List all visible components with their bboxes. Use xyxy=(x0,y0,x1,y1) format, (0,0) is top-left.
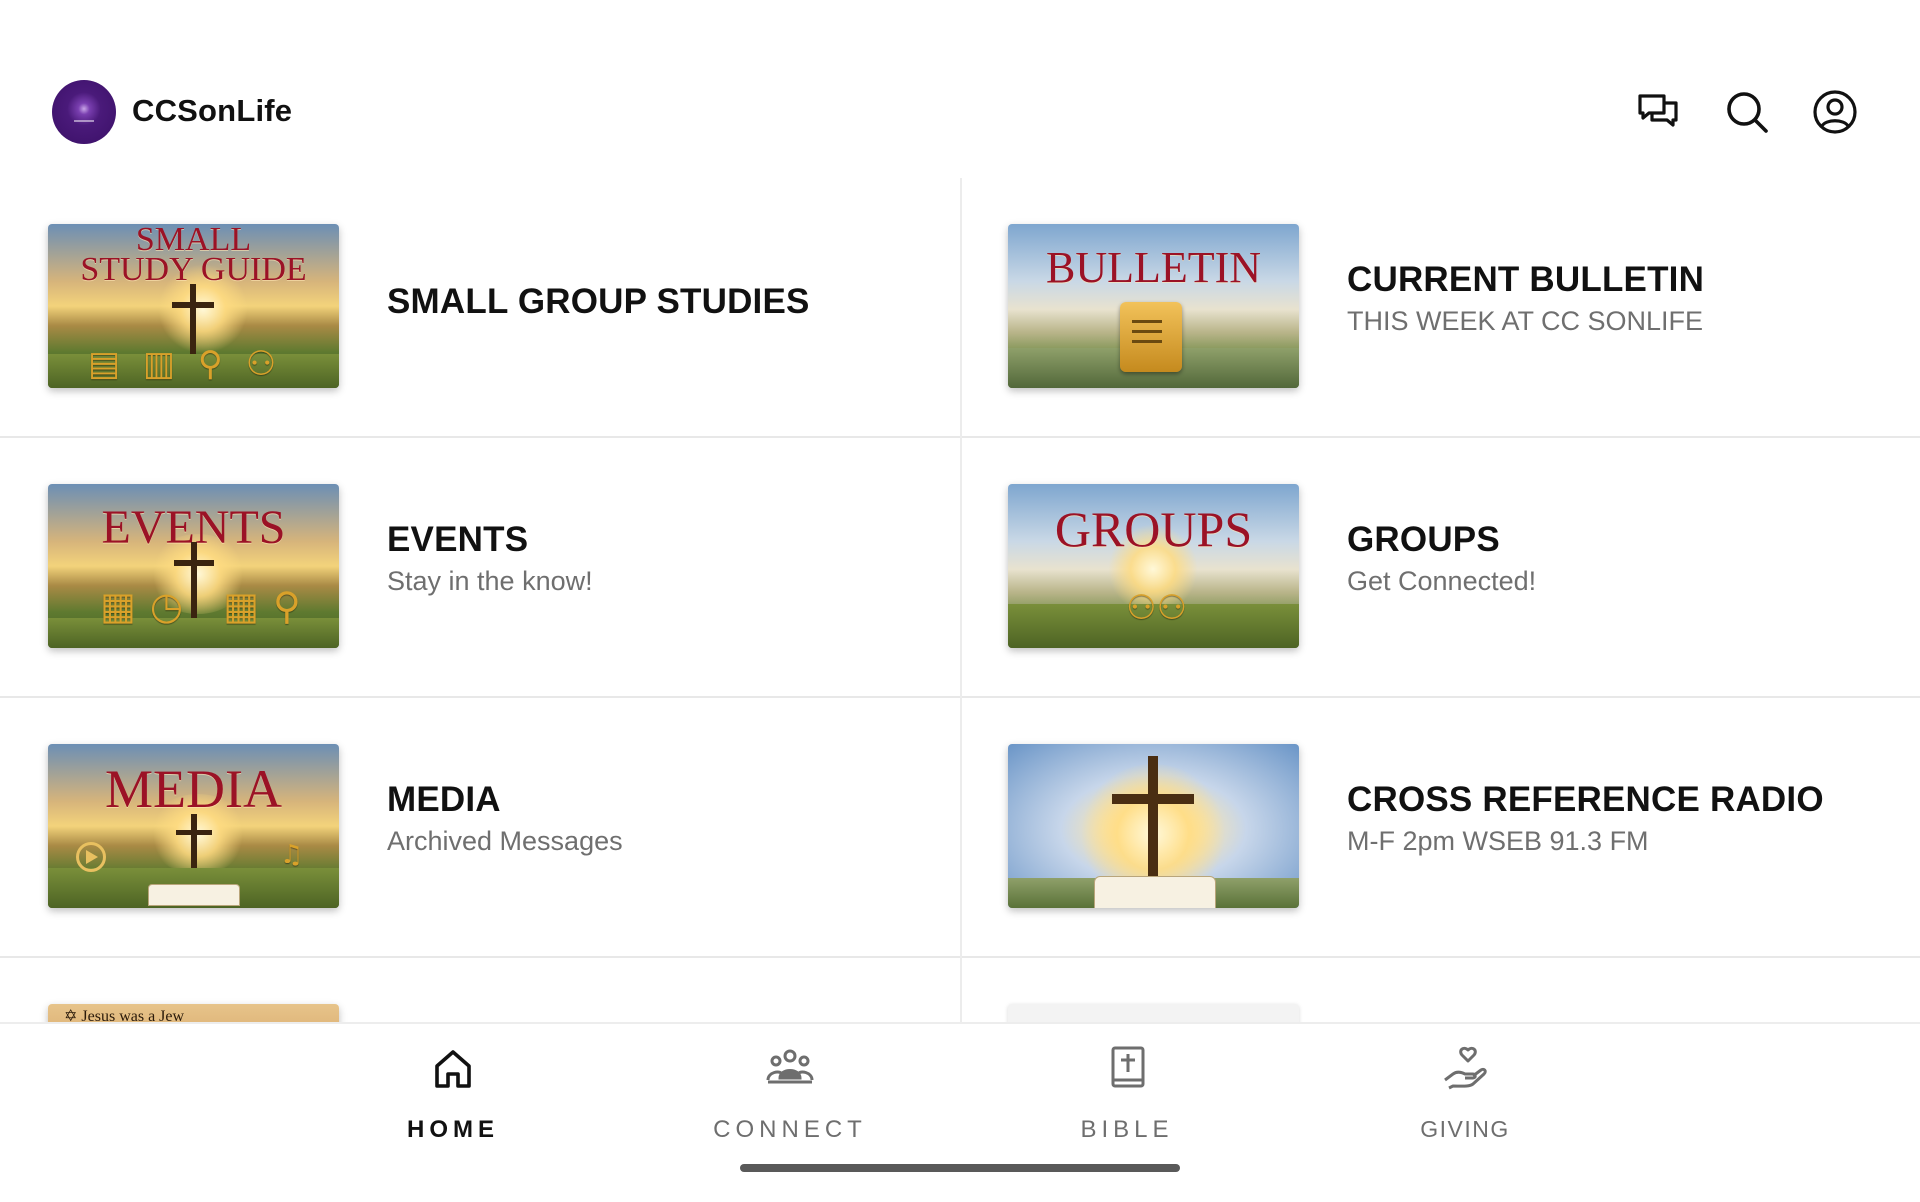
thumb-text-media: MEDIA xyxy=(105,759,282,819)
tile-small-group-studies[interactable]: SMALL STUDY GUIDE ▤ ▥ ⚲ ⚇ SMALL GROUP ST… xyxy=(0,178,960,438)
tile-title: CROSS REFERENCE RADIO xyxy=(1347,780,1824,819)
church-logo[interactable] xyxy=(52,80,116,144)
account-icon[interactable] xyxy=(1811,88,1859,136)
jesus-was-a-jew-thumbnail: ✡ Jesus was a Jew xyxy=(48,1004,339,1024)
tile-subtitle: Archived Messages xyxy=(387,826,623,856)
nav-home-label: HOME xyxy=(407,1116,499,1143)
small-study-guide-thumbnail: SMALL STUDY GUIDE ▤ ▥ ⚲ ⚇ xyxy=(48,224,339,388)
tile-groups[interactable]: GROUPS ⚇⚇ GROUPS Get Connected! xyxy=(962,438,1920,698)
events-icons: ▦◷ ▦⚲ xyxy=(100,584,315,628)
thumb-text-bulletin: BULLETIN xyxy=(1045,243,1262,292)
nav-giving[interactable]: GIVING xyxy=(1365,1044,1565,1144)
people-group-icon: ⚇⚇ xyxy=(1126,588,1187,628)
tile-unlabeled[interactable] xyxy=(962,958,1920,1024)
tile-events[interactable]: EVENTS ▦◷ ▦⚲ EVENTS Stay in the know! xyxy=(0,438,960,698)
groups-thumbnail: GROUPS ⚇⚇ xyxy=(1008,484,1299,648)
app-header: CCSonLife xyxy=(0,0,1920,178)
giving-icon xyxy=(1441,1044,1489,1092)
thumb-text-groups: GROUPS xyxy=(1054,501,1253,557)
nav-connect[interactable]: CONNECT xyxy=(690,1044,890,1144)
tile-title: MEDIA xyxy=(387,780,501,819)
nav-bible[interactable]: BIBLE xyxy=(1027,1044,1227,1144)
tile-subtitle: M-F 2pm WSEB 91.3 FM xyxy=(1347,826,1649,856)
tile-title: GROUPS xyxy=(1347,520,1500,559)
tile-jesus-was-a-jew[interactable]: ✡ Jesus was a Jew xyxy=(0,958,960,1024)
nav-home[interactable]: HOME xyxy=(353,1044,553,1144)
system-home-indicator[interactable] xyxy=(740,1164,1180,1172)
bible-icon xyxy=(1103,1044,1151,1092)
app-name: CCSonLife xyxy=(132,93,293,128)
microphone-icon: ♫ xyxy=(280,840,304,870)
tile-subtitle: THIS WEEK AT CC SONLIFE xyxy=(1347,306,1704,336)
cross-radio-thumbnail xyxy=(1008,744,1299,908)
events-thumbnail: EVENTS ▦◷ ▦⚲ xyxy=(48,484,339,648)
bulletin-document-icon xyxy=(1120,302,1182,372)
bottom-navigation: HOME CONNECT BIBLE GIVING xyxy=(0,1022,1920,1202)
tile-title: CURRENT BULLETIN xyxy=(1347,260,1705,299)
nav-connect-label: CONNECT xyxy=(713,1116,867,1143)
tile-subtitle: Stay in the know! xyxy=(387,566,593,596)
people-icon xyxy=(766,1044,814,1092)
tile-title: SMALL GROUP STUDIES xyxy=(387,282,810,321)
study-icons: ▤ ▥ ⚲ ⚇ xyxy=(88,344,283,384)
home-tiles-grid: SMALL STUDY GUIDE ▤ ▥ ⚲ ⚇ SMALL GROUP ST… xyxy=(0,178,1920,1024)
tile-title: EVENTS xyxy=(387,520,529,559)
home-icon xyxy=(429,1044,477,1092)
tile-cross-reference-radio[interactable]: CROSS REFERENCE RADIO M-F 2pm WSEB 91.3 … xyxy=(962,698,1920,958)
thumb-text-study-guide: STUDY GUIDE xyxy=(80,251,307,288)
nav-bible-label: BIBLE xyxy=(1080,1116,1174,1143)
nav-giving-label: GIVING xyxy=(1420,1116,1510,1142)
tile-subtitle: Get Connected! xyxy=(1347,566,1537,596)
blank-thumbnail xyxy=(1008,1004,1299,1024)
bulletin-thumbnail: BULLETIN xyxy=(1008,224,1299,388)
chat-icon[interactable] xyxy=(1634,88,1682,136)
tile-media[interactable]: MEDIA ♫ MEDIA Archived Messages xyxy=(0,698,960,958)
media-thumbnail: MEDIA ♫ xyxy=(48,744,339,908)
search-icon[interactable] xyxy=(1723,88,1771,136)
open-bible xyxy=(1094,876,1216,908)
open-book xyxy=(148,884,240,906)
tile-current-bulletin[interactable]: BULLETIN CURRENT BULLETIN THIS WEEK AT C… xyxy=(962,178,1920,438)
